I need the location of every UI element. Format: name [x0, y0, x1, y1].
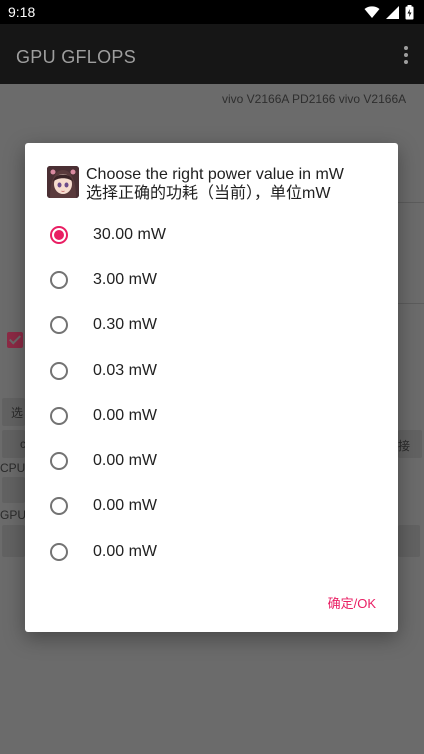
- power-option-label: 0.00 mW: [93, 497, 158, 515]
- avatar-icon: [47, 166, 79, 198]
- app-title: GPU GFLOPS: [16, 47, 137, 67]
- status-icons: [364, 4, 414, 20]
- dialog-title-en: Choose the right power value in mW: [86, 166, 344, 183]
- power-option[interactable]: 0.00 mW: [25, 393, 398, 438]
- radio-button[interactable]: [50, 361, 68, 380]
- device-info: vivo V2166A PD2166 vivo V2166A: [222, 92, 407, 106]
- background-field: [2, 477, 25, 503]
- power-option[interactable]: 0.00 mW: [25, 484, 398, 529]
- status-bar: 9:18: [0, 0, 424, 24]
- power-option-label: 0.00 mW: [93, 542, 158, 560]
- battery-charging-icon: [405, 4, 414, 19]
- power-option-label: 0.03 mW: [93, 361, 158, 379]
- power-dialog: Choose the right power value in mW 选择正确的…: [25, 143, 398, 632]
- dialog-title: Choose the right power value in mW 选择正确的…: [86, 165, 344, 203]
- dialog-header: Choose the right power value in mW 选择正确的…: [47, 165, 388, 203]
- divider: [398, 303, 424, 304]
- dialog-title-zh: 选择正确的功耗（当前），单位mW: [86, 185, 331, 202]
- radio-button[interactable]: [50, 452, 68, 471]
- power-option-label: 30.00 mW: [93, 225, 166, 243]
- radio-button-checked[interactable]: [50, 225, 68, 244]
- gpu-label: GPU: [0, 508, 27, 522]
- cpu-label: CPU: [0, 461, 26, 475]
- power-option[interactable]: 30.00 mW: [25, 212, 398, 257]
- divider: [398, 202, 424, 203]
- power-option-label: 0.30 mW: [93, 316, 158, 334]
- power-option[interactable]: 0.00 mW: [25, 438, 398, 483]
- power-option-label: 0.00 mW: [93, 406, 158, 424]
- power-option[interactable]: 3.00 mW: [25, 257, 398, 302]
- background-checkbox: [7, 332, 23, 348]
- status-time: 9:18: [8, 4, 36, 20]
- background-button-label: 接: [398, 439, 411, 453]
- radio-button[interactable]: [50, 316, 68, 335]
- power-option[interactable]: 0.30 mW: [25, 303, 398, 348]
- power-option[interactable]: 0.03 mW: [25, 348, 398, 393]
- app-bar: GPU GFLOPS: [0, 24, 424, 84]
- background-field: [398, 525, 420, 557]
- more-vert-icon[interactable]: [402, 46, 410, 66]
- radio-button[interactable]: [50, 542, 68, 561]
- background-field: [2, 525, 25, 557]
- power-option[interactable]: 0.00 mW: [25, 529, 398, 574]
- radio-button[interactable]: [50, 497, 68, 516]
- radio-button[interactable]: [50, 406, 68, 425]
- power-options-list: 30.00 mW 3.00 mW 0.30 mW 0.03 mW 0.00 mW…: [25, 212, 398, 574]
- signal-icon: [386, 5, 399, 19]
- background-select-label: 选: [11, 406, 24, 420]
- ok-button[interactable]: 确定/OK: [328, 593, 376, 612]
- power-option-label: 3.00 mW: [93, 270, 158, 288]
- power-option-label: 0.00 mW: [93, 452, 158, 470]
- radio-button[interactable]: [50, 270, 68, 289]
- wifi-icon: [364, 6, 380, 18]
